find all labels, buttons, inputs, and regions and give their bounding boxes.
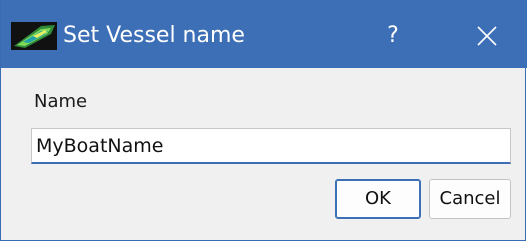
close-button[interactable] xyxy=(463,16,511,56)
name-label: Name xyxy=(34,91,88,112)
close-icon xyxy=(477,26,497,46)
cancel-button[interactable]: Cancel xyxy=(429,179,511,219)
boat-app-icon xyxy=(11,22,57,50)
ok-button[interactable]: OK xyxy=(335,179,421,219)
dialog-title: Set Vessel name xyxy=(63,23,245,48)
help-button[interactable]: ? xyxy=(373,16,413,56)
title-bar[interactable]: Set Vessel name ? xyxy=(1,0,527,68)
vessel-name-input[interactable] xyxy=(31,128,511,164)
set-vessel-name-dialog: Set Vessel name ? Name OK Cancel xyxy=(0,0,527,241)
